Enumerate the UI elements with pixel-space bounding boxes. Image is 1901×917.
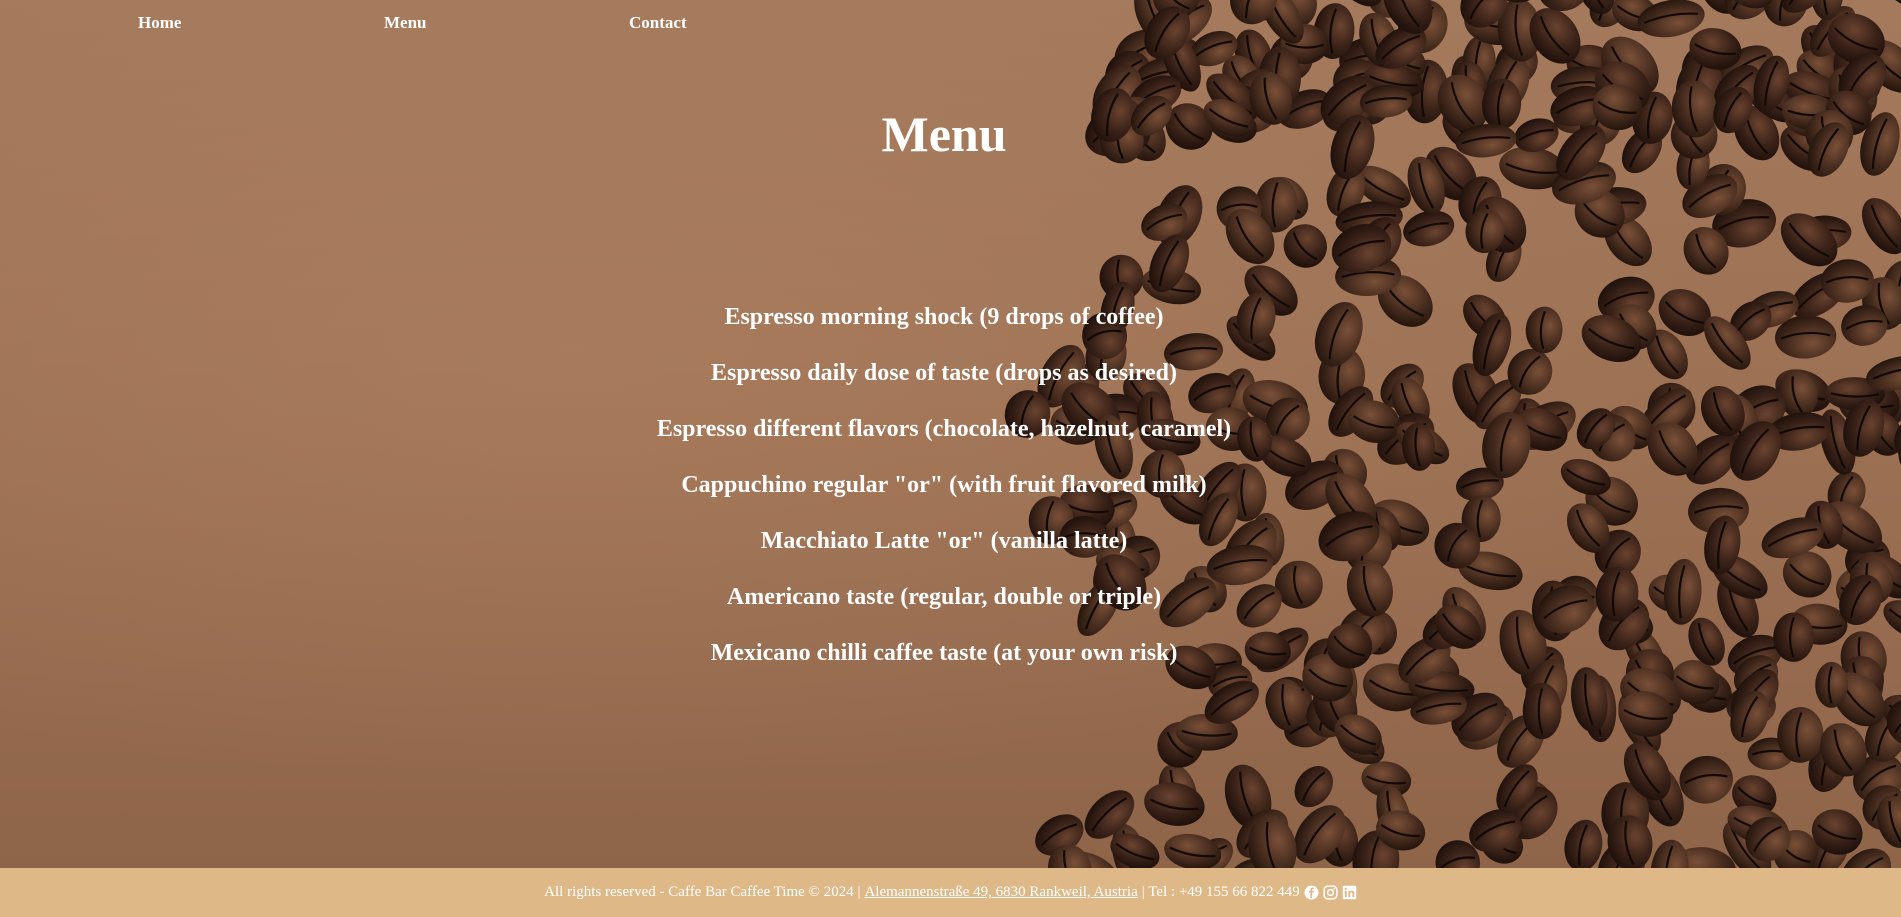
footer-address-link[interactable]: Alemannenstraße 49, 6830 Rankweil, Austr… (864, 884, 1137, 901)
menu-item: Espresso daily dose of taste (drops as d… (710, 360, 1178, 386)
menu-item: Macchiato Latte "or" (vanilla latte) (760, 528, 1128, 554)
nav-contact-link[interactable]: Contact (629, 13, 687, 33)
menu-list: Espresso morning shock (9 drops of coffe… (0, 298, 1888, 690)
menu-item: Mexicano chilli caffee taste (at your ow… (710, 640, 1178, 666)
menu-item: Cappuchino regular "or" (with fruit flav… (681, 472, 1207, 498)
menu-item: Americano taste (regular, double or trip… (726, 584, 1162, 610)
footer-copyright: All rights reserved - Caffe Bar Caffee T… (544, 884, 861, 900)
page: Home Menu Contact Menu Espresso morning … (0, 0, 1901, 917)
nav-menu-link[interactable]: Menu (384, 13, 427, 33)
top-nav: Home Menu Contact (0, 13, 900, 37)
menu-item: Espresso different flavors (chocolate, h… (656, 416, 1232, 442)
footer: All rights reserved - Caffe Bar Caffee T… (0, 868, 1901, 917)
instagram-icon[interactable] (1323, 885, 1338, 900)
page-title: Menu (881, 106, 1007, 162)
menu-item: Espresso morning shock (9 drops of coffe… (724, 304, 1164, 330)
nav-home-link[interactable]: Home (138, 13, 181, 33)
linkedin-icon[interactable] (1342, 885, 1357, 900)
footer-phone: | Tel : +49 155 66 822 449 (1141, 884, 1300, 900)
facebook-icon[interactable] (1304, 885, 1319, 900)
